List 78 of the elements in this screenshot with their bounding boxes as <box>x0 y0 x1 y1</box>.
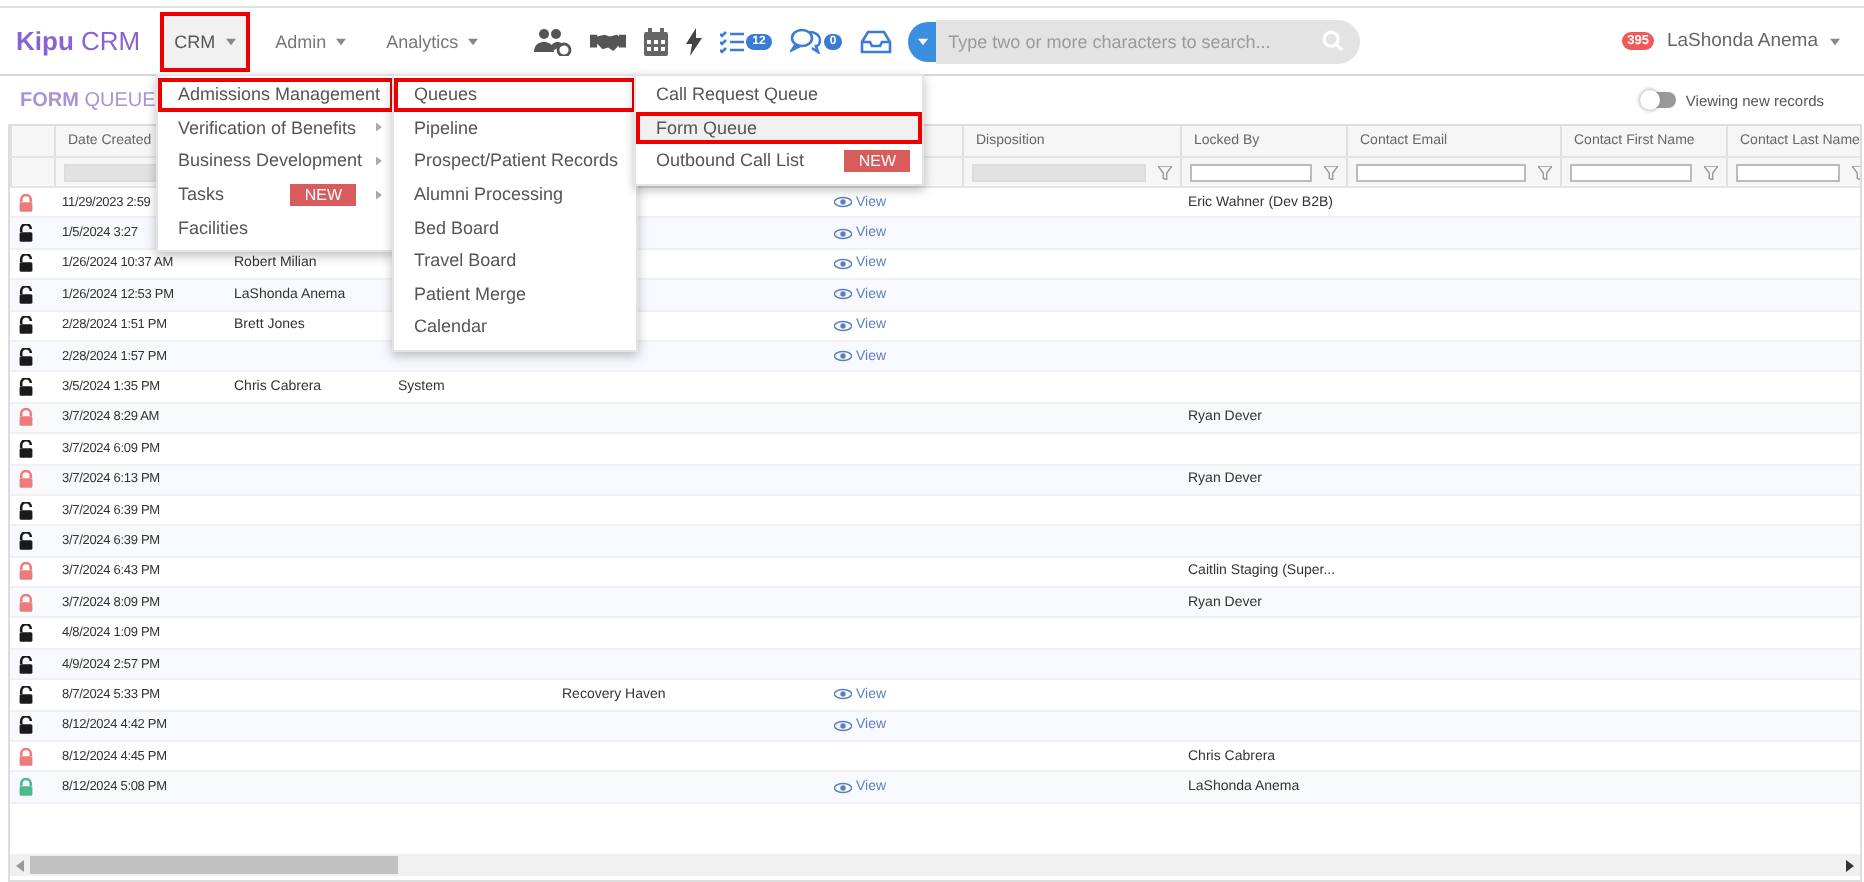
toggle-switch[interactable] <box>1641 92 1676 108</box>
page-title: FORM QUEUE <box>20 89 156 111</box>
filter-icon[interactable] <box>1538 165 1552 179</box>
eye-icon <box>834 688 852 701</box>
submenu-arrow-icon <box>376 122 382 133</box>
menu-item-label: Facilities <box>178 217 249 238</box>
search-scope-button[interactable] <box>908 21 937 61</box>
scroll-left-icon[interactable] <box>16 859 24 871</box>
menu-item[interactable]: Outbound Call List NEW <box>636 144 922 178</box>
menu-item[interactable]: Calendar <box>394 310 636 344</box>
lightning-icon[interactable] <box>686 27 703 55</box>
eye-icon <box>834 196 852 209</box>
filter-field[interactable] <box>1190 163 1312 181</box>
caret-icon <box>917 37 928 45</box>
menu-item-label: Outbound Call List <box>656 150 805 171</box>
checklist-icon[interactable] <box>720 29 745 53</box>
eye-icon <box>834 350 852 363</box>
menu-item-label: Calendar <box>414 316 488 337</box>
menu-item[interactable]: Form Queue <box>636 111 922 145</box>
chat-icon[interactable] <box>789 28 822 54</box>
eye-icon <box>834 227 852 240</box>
menu-item-label: Admissions Management <box>178 84 381 105</box>
menu-item[interactable]: Business Development <box>158 144 394 178</box>
caret-icon <box>225 37 236 45</box>
submenu-arrow-icon <box>376 189 382 200</box>
caret-icon <box>1830 37 1840 45</box>
search-field[interactable]: Type two or more characters to search... <box>936 19 1361 63</box>
menu-item[interactable]: Verification of Benefits <box>158 111 394 145</box>
filter-icon[interactable] <box>1704 165 1718 179</box>
menu-item[interactable]: Alumni Processing <box>394 177 636 211</box>
menu-item-label: Form Queue <box>656 117 758 138</box>
menu-item[interactable]: Patient Merge <box>394 277 636 311</box>
new-badge: NEW <box>290 183 356 206</box>
nav-menu[interactable]: Admin <box>261 11 361 71</box>
filter-field[interactable] <box>1356 163 1526 181</box>
menu-item[interactable]: Tasks NEW <box>158 177 394 211</box>
menu-item-label: Business Development <box>178 150 363 171</box>
nav-menu[interactable]: Analytics <box>372 11 493 71</box>
filter-icon[interactable] <box>1324 165 1338 179</box>
menu-item-label: Verification of Benefits <box>178 117 357 138</box>
nav-menu[interactable]: CRM <box>160 11 250 71</box>
menu-item[interactable]: Facilities <box>158 210 394 244</box>
caret-icon <box>468 37 479 45</box>
filter-field[interactable] <box>1570 163 1692 181</box>
people-icon[interactable] <box>532 27 573 55</box>
eye-icon <box>834 319 852 332</box>
menu-item-label: Alumni Processing <box>414 184 564 205</box>
caret-icon <box>336 37 347 45</box>
eye-icon <box>834 781 852 794</box>
menu-item-label: Prospect/Patient Records <box>414 150 619 171</box>
menu-item-label: Queues <box>414 84 478 105</box>
logo[interactable]: Kipu CRM <box>16 26 141 56</box>
new-badge: NEW <box>844 149 910 172</box>
eye-icon <box>834 719 852 732</box>
calendar-icon[interactable] <box>644 27 669 55</box>
horizontal-scrollbar[interactable] <box>10 854 1860 876</box>
menu-item-label: Patient Merge <box>414 283 527 304</box>
menu-item[interactable]: Bed Board <box>394 210 636 244</box>
scroll-right-icon[interactable] <box>1846 859 1854 871</box>
submenu-arrow-icon <box>376 155 382 166</box>
menu-item-label: Travel Board <box>414 250 517 271</box>
eye-icon <box>834 257 852 270</box>
filter-icon[interactable] <box>1158 165 1172 179</box>
menu-item[interactable]: Admissions Management <box>158 78 394 112</box>
menu-item[interactable]: Prospect/Patient Records <box>394 144 636 178</box>
filter-field[interactable] <box>1736 163 1840 181</box>
menu-item-label: Tasks <box>178 184 225 205</box>
menu-item[interactable]: Call Request Queue <box>636 78 922 112</box>
menu-item[interactable]: Travel Board <box>394 243 636 278</box>
eye-icon <box>834 288 852 301</box>
scrollbar-thumb[interactable] <box>30 856 398 874</box>
user-menu[interactable]: LaShonda Anema <box>1658 30 1848 52</box>
menu-item-label: Call Request Queue <box>656 84 819 105</box>
menu-item[interactable]: Queues <box>394 78 636 112</box>
menu-item[interactable]: Pipeline <box>394 111 636 145</box>
menu-item-label: Pipeline <box>414 117 479 138</box>
inbox-icon[interactable] <box>860 29 893 53</box>
menu-item-label: Bed Board <box>414 217 500 238</box>
